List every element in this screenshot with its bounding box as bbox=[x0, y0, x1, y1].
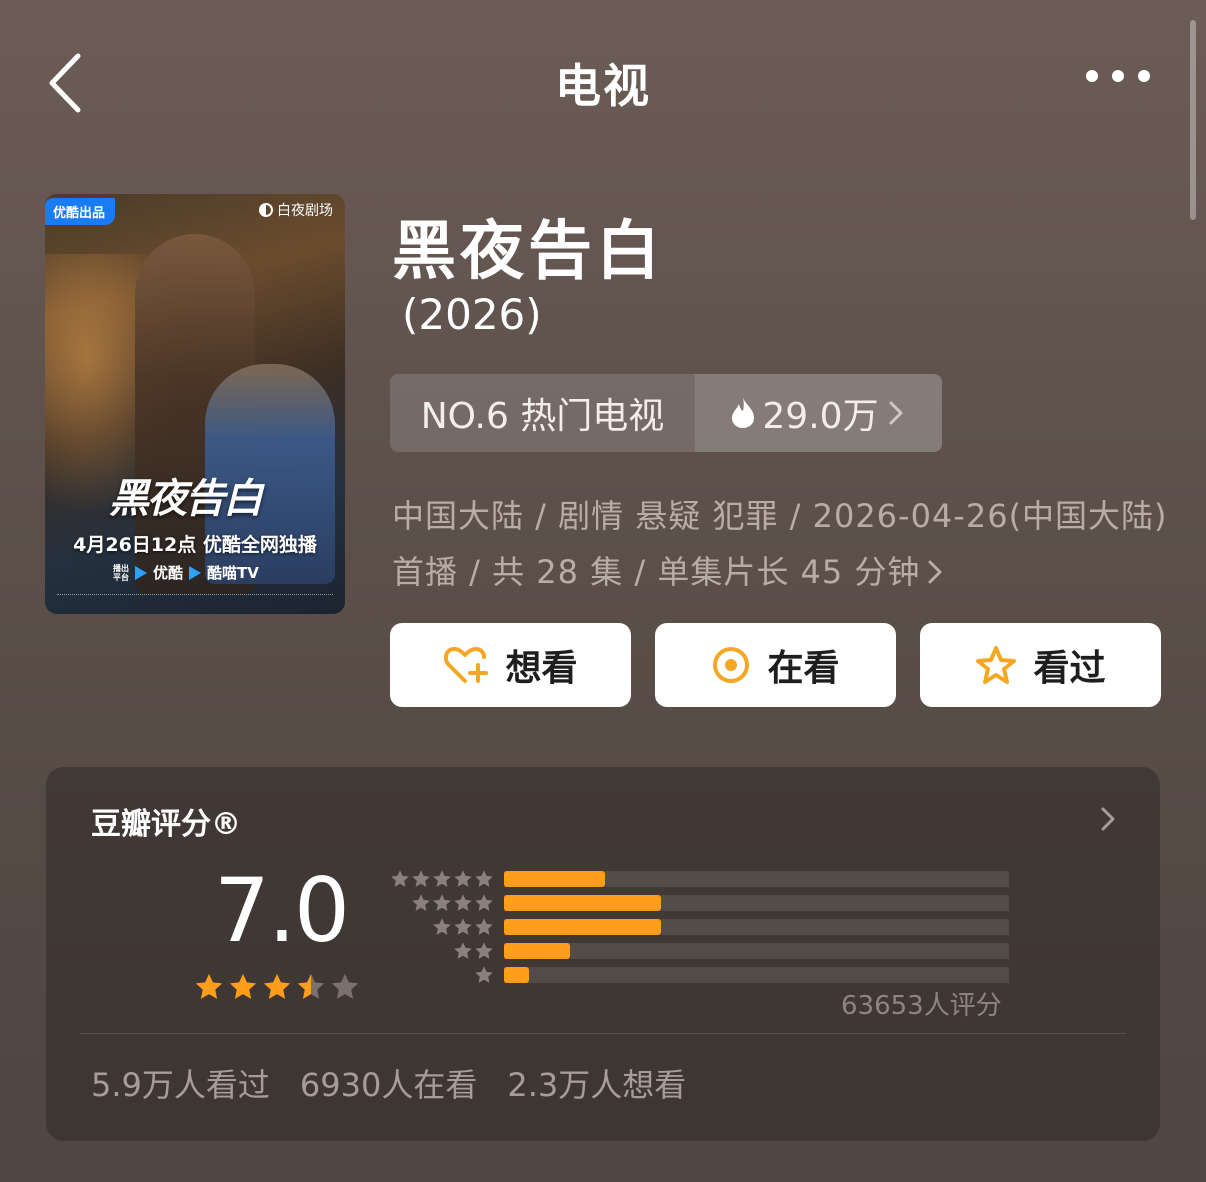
poster-image[interactable]: 优酷出品 白夜剧场 黑夜告白 4月26日12点 优酷全网独播 播出平台 优酷 酷… bbox=[45, 194, 345, 614]
small-star-icon bbox=[412, 894, 430, 911]
meta-line-2[interactable]: 首播 / 共 28 集 / 单集片长 45 分钟 bbox=[392, 544, 1182, 600]
chevron-right-icon bbox=[889, 401, 903, 425]
chevron-right-icon bbox=[928, 560, 942, 584]
small-star-icon bbox=[475, 966, 493, 983]
show-title: 黑夜告白 bbox=[392, 215, 664, 289]
rating-star-icon bbox=[331, 973, 359, 999]
small-star-icon bbox=[391, 870, 409, 887]
small-star-icon bbox=[475, 894, 493, 911]
watched-count: 5.9万人看过 bbox=[91, 1066, 270, 1104]
distribution-track bbox=[504, 871, 1009, 887]
distribution-row bbox=[384, 867, 1009, 891]
rating-distribution bbox=[384, 867, 1009, 987]
distribution-row bbox=[384, 939, 1009, 963]
small-star-icon bbox=[454, 870, 472, 887]
distribution-track bbox=[504, 967, 1009, 983]
poster-calligraphy-title: 黑夜告白 bbox=[109, 475, 263, 522]
kumiao-logo-icon bbox=[189, 565, 202, 580]
target-circle-icon bbox=[713, 647, 750, 683]
small-star-icon bbox=[454, 918, 472, 935]
poster-credits bbox=[57, 594, 333, 601]
audience-stats: 5.9万人看过 6930人在看 2.3万人想看 bbox=[91, 1060, 686, 1106]
page-title: 电视 bbox=[555, 59, 651, 113]
rating-card-title: 豆瓣评分® bbox=[91, 807, 241, 842]
watching-button[interactable]: 在看 bbox=[655, 623, 896, 707]
heat-indicator: 29.0万 bbox=[695, 374, 942, 452]
flame-icon bbox=[732, 398, 755, 428]
distribution-track bbox=[504, 895, 1009, 911]
distribution-bar bbox=[504, 943, 570, 959]
poster-date-line: 4月26日12点 优酷全网独播 bbox=[73, 534, 317, 556]
rating-count: 63653人评分 bbox=[841, 991, 1002, 1021]
small-star-icon bbox=[475, 918, 493, 935]
distribution-track bbox=[504, 943, 1009, 959]
more-dot-icon bbox=[1112, 70, 1124, 82]
rating-star-icon bbox=[297, 973, 325, 999]
poster-platforms: 播出平台 优酷 酷喵TV bbox=[113, 563, 259, 583]
show-meta: 中国大陆 / 剧情 悬疑 犯罪 / 2026-04-26(中国大陆) 首播 / … bbox=[392, 488, 1182, 600]
want-to-watch-button[interactable]: 想看 bbox=[390, 623, 631, 707]
more-dot-icon bbox=[1086, 70, 1098, 82]
rating-card[interactable]: 豆瓣评分® 7.0 63653人评分 5.9万人看过 6930人在看 2.3万人… bbox=[46, 767, 1160, 1141]
rank-banner[interactable]: NO.6 热门电视 29.0万 bbox=[390, 374, 942, 452]
distribution-bar bbox=[504, 871, 605, 887]
distribution-star-label bbox=[384, 893, 504, 913]
small-star-icon bbox=[433, 894, 451, 911]
star-outline-icon bbox=[976, 646, 1017, 684]
heat-value: 29.0万 bbox=[762, 396, 879, 437]
distribution-star-label bbox=[384, 917, 504, 937]
heart-plus-icon bbox=[444, 647, 489, 683]
action-buttons: 想看 在看 看过 bbox=[390, 623, 1161, 707]
distribution-row bbox=[384, 963, 1009, 987]
rating-stars bbox=[194, 972, 360, 1002]
rating-star-icon bbox=[195, 973, 223, 999]
small-star-icon bbox=[433, 918, 451, 935]
distribution-row bbox=[384, 915, 1009, 939]
more-dot-icon bbox=[1138, 70, 1150, 82]
rating-score: 7.0 bbox=[214, 859, 350, 962]
distribution-star-label bbox=[384, 941, 504, 961]
poster-badge: 优酷出品 bbox=[45, 198, 116, 225]
distribution-track bbox=[504, 919, 1009, 935]
divider bbox=[80, 1033, 1126, 1034]
more-button[interactable] bbox=[1086, 70, 1150, 82]
distribution-row bbox=[384, 891, 1009, 915]
show-year: (2026) bbox=[402, 290, 542, 339]
poster-brand: 白夜剧场 bbox=[259, 200, 333, 220]
meta-line-1: 中国大陆 / 剧情 悬疑 犯罪 / 2026-04-26(中国大陆) bbox=[392, 497, 1168, 535]
small-star-icon bbox=[475, 870, 493, 887]
want-count: 2.3万人想看 bbox=[507, 1066, 687, 1104]
rating-star-icon bbox=[263, 973, 291, 999]
watching-count: 6930人在看 bbox=[299, 1066, 478, 1104]
youku-logo-icon bbox=[135, 565, 147, 580]
half-moon-icon bbox=[259, 203, 273, 217]
rank-label: NO.6 热门电视 bbox=[420, 396, 665, 437]
watched-button[interactable]: 看过 bbox=[920, 623, 1161, 707]
small-star-icon bbox=[454, 942, 472, 959]
small-star-icon bbox=[412, 870, 430, 887]
small-star-icon bbox=[433, 870, 451, 887]
distribution-star-label bbox=[384, 869, 504, 889]
distribution-star-label bbox=[384, 965, 504, 985]
distribution-bar bbox=[504, 919, 661, 935]
distribution-bar bbox=[504, 895, 661, 911]
rating-star-icon bbox=[229, 973, 257, 999]
chevron-right-icon[interactable] bbox=[1096, 803, 1120, 835]
small-star-icon bbox=[454, 894, 472, 911]
small-star-icon bbox=[475, 942, 493, 959]
distribution-bar bbox=[504, 967, 530, 983]
